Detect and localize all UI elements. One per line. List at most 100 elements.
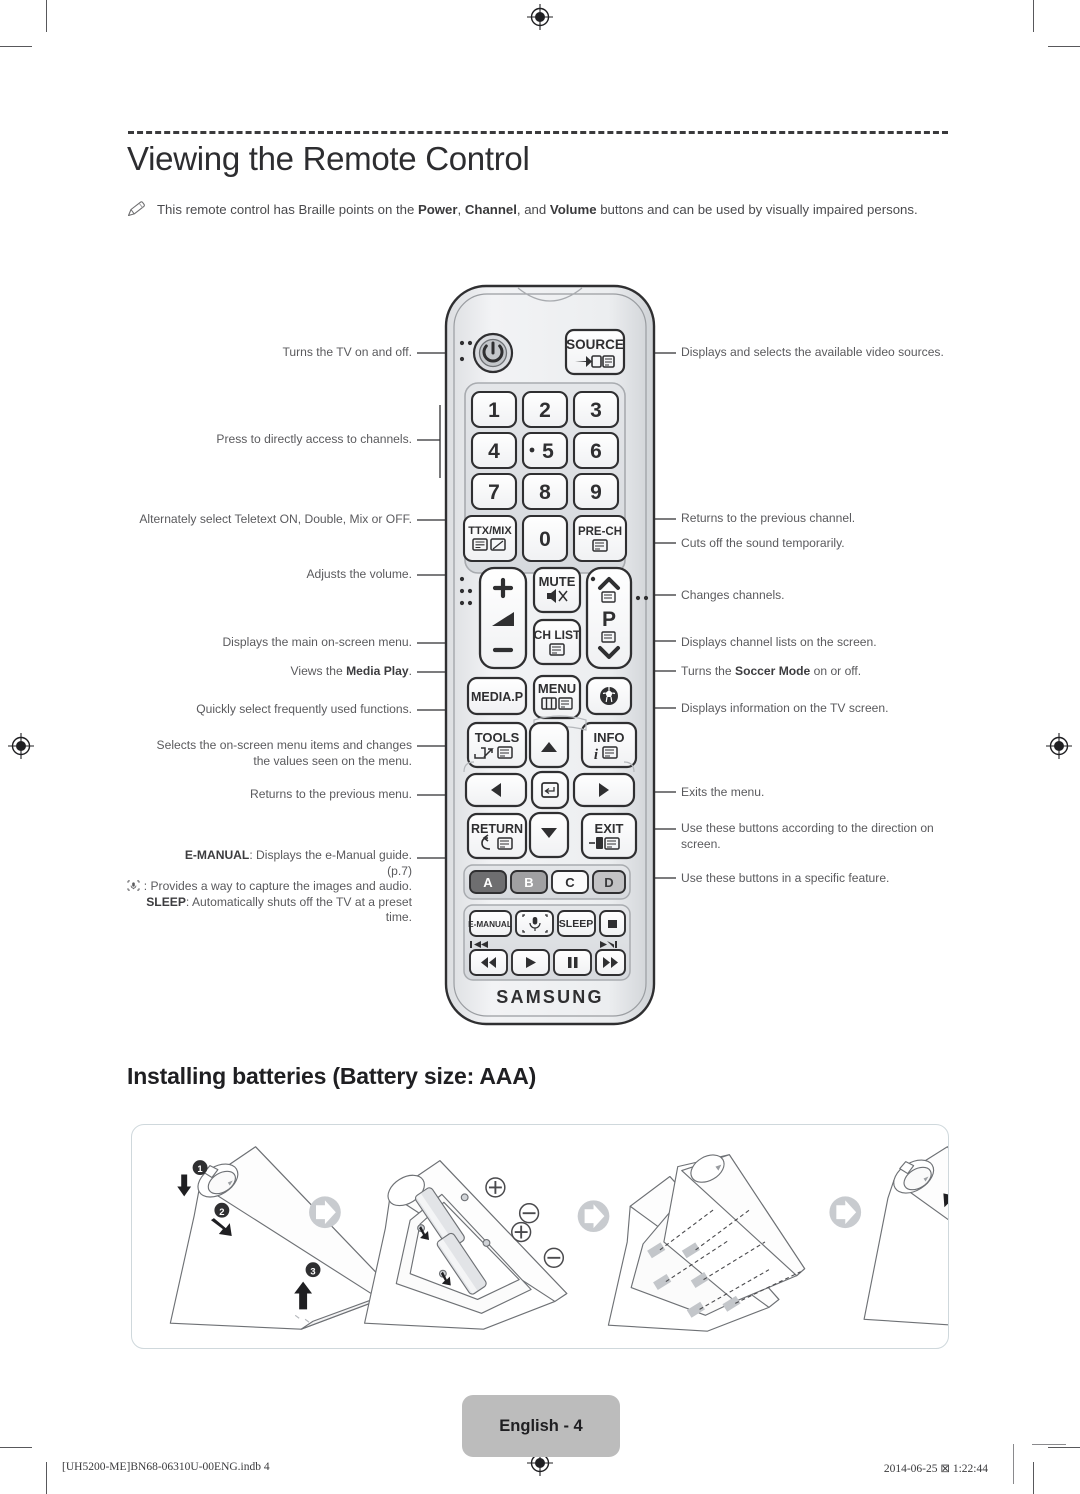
battery-step-3 (607, 1154, 806, 1332)
callout-channel: Changes channels. (681, 588, 785, 602)
callout-voice-line: : Provides a way to capture the images a… (120, 879, 412, 895)
callout-power: Turns the TV on and off. (282, 345, 412, 359)
callout-direction-buttons: Selects the on-screen menu items and cha… (156, 738, 412, 768)
exit-button: EXIT (580, 812, 638, 860)
page-number-badge: English - 4 (462, 1395, 620, 1457)
footer-horizontal-rule (1032, 1444, 1066, 1445)
svg-text:TTX/MIX: TTX/MIX (468, 525, 512, 537)
footer-vertical-rule (1013, 1444, 1014, 1484)
step-1-arrow (177, 1174, 192, 1197)
svg-text:E-MANUAL: E-MANUAL (468, 920, 512, 929)
callout-info: Displays information on the TV screen. (681, 701, 889, 715)
footer-filename: [UH5200-ME]BN68-06310U-00ENG.indb 4 (62, 1461, 270, 1473)
svg-text:MENU: MENU (538, 681, 576, 696)
page-title: Viewing the Remote Control (127, 140, 530, 177)
step-arrow-3-to-4 (829, 1196, 862, 1229)
color-buttons-group: A B C D (463, 864, 631, 900)
pencil-note-icon (127, 201, 145, 217)
svg-text:4: 4 (488, 440, 500, 463)
battery-steps-svg: 1 2 3 (169, 1146, 1071, 1332)
callout-soccer-mode: Turns the Soccer Mode on or off. (681, 664, 961, 680)
callout-sleep-line: SLEEP: Automatically shuts off the TV at… (120, 895, 412, 926)
callout-color-buttons: Use these buttons according to the direc… (681, 821, 934, 851)
info-button: INFO i (580, 721, 638, 769)
svg-text:A: A (483, 875, 493, 890)
svg-text:EXIT: EXIT (595, 821, 624, 836)
callout-media-play-pre: Views the (290, 664, 347, 678)
svg-text:RETURN: RETURN (471, 822, 523, 836)
svg-text:2: 2 (219, 1206, 224, 1217)
note-term-channel: Channel (464, 202, 517, 217)
svg-text:SOURCE: SOURCE (566, 337, 624, 352)
svg-text:8: 8 (539, 481, 551, 504)
callout-soccer-term: Soccer Mode (735, 664, 811, 678)
callout-sleep-term: SLEEP (146, 894, 186, 909)
svg-text:1: 1 (488, 399, 500, 422)
callout-soccer-pre: Turns the (681, 664, 735, 678)
ttx-mix-button: TTX/MIX (462, 514, 518, 563)
svg-text:PRE-CH: PRE-CH (578, 526, 622, 538)
note-term-volume: Volume (549, 202, 597, 217)
callout-soccer-post: on or off. (810, 664, 862, 678)
svg-text:6: 6 (590, 440, 602, 463)
remote-control-svg: SOURCE 1 2 3 4 5 6 7 8 9 0 TTX/MIX PRE-C… (444, 284, 656, 1026)
manual-page: Viewing the Remote Control This remote c… (0, 0, 1080, 1494)
note-text: This remote control has Braille points o… (157, 200, 952, 220)
svg-text:5: 5 (542, 440, 554, 463)
svg-text:MUTE: MUTE (539, 574, 576, 589)
braille-dot-5 (529, 447, 535, 453)
note-sep-1: , (457, 202, 465, 217)
svg-text:D: D (604, 875, 613, 890)
svg-text:P: P (602, 608, 616, 631)
tools-button: TOOLS (466, 721, 528, 769)
callout-media-buttons: Use these buttons in a specific feature. (681, 871, 890, 885)
section-subtitle: Installing batteries (Battery size: AAA) (127, 1063, 537, 1089)
callout-number-buttons: Press to directly access to channels. (216, 432, 412, 446)
callout-media-play: Views the Media Play. (150, 664, 412, 680)
callout-menu: Displays the main on-screen menu. (222, 635, 412, 649)
callout-voice-text: : Provides a way to capture the images a… (140, 879, 412, 893)
braille-dot-channel (590, 576, 596, 582)
power-button (472, 332, 514, 374)
samsung-wordmark: SAMSUNG (496, 987, 603, 1007)
svg-text:3: 3 (310, 1265, 315, 1276)
callout-return: Returns to the previous menu. (249, 787, 412, 801)
pre-ch-button: PRE-CH (572, 514, 628, 563)
page-number-label: English - 4 (499, 1417, 583, 1435)
fast-forward-button (595, 949, 626, 976)
volume-rocker-button (478, 566, 528, 670)
svg-text:INFO: INFO (593, 730, 624, 745)
soccer-mode-button (585, 676, 633, 716)
channel-rocker-button: P (585, 566, 633, 670)
battery-step-2 (364, 1160, 568, 1330)
callout-ch-list: Displays channel lists on the screen. (681, 635, 877, 649)
svg-text:0: 0 (539, 528, 551, 551)
menu-button: MENU (532, 674, 582, 720)
note-term-power: Power (417, 202, 458, 217)
callout-emanual-line: E-MANUAL: Displays the e-Manual guide. (120, 848, 412, 864)
svg-text:SLEEP: SLEEP (559, 918, 593, 930)
note-block: This remote control has Braille points o… (127, 200, 952, 220)
callout-ttx-mix: Alternately select Teletext ON, Double, … (139, 512, 412, 526)
battery-step-4 (863, 1146, 1071, 1328)
note-sep-2: , and (516, 202, 550, 217)
enter-button (530, 770, 570, 810)
svg-text:B: B (524, 875, 533, 890)
svg-text:7: 7 (488, 481, 500, 504)
callout-pre-ch: Returns to the previous channel. (681, 511, 856, 525)
stop-icon (608, 920, 617, 928)
note-prefix: This remote control has Braille points o… (157, 202, 418, 217)
svg-text:TOOLS: TOOLS (475, 730, 520, 745)
callout-emanual-page: (p.7) (387, 863, 412, 878)
mute-button: MUTE (532, 566, 582, 614)
media-p-button: MEDIA.P (466, 676, 528, 716)
svg-text:3: 3 (590, 399, 602, 422)
source-button: SOURCE (564, 328, 626, 376)
svg-text:2: 2 (539, 399, 551, 422)
callout-media-play-term: Media Play (346, 664, 409, 678)
svg-text:C: C (565, 875, 575, 890)
callout-mute: Cuts off the sound temporarily. (681, 536, 845, 550)
svg-text:CH LIST: CH LIST (534, 628, 581, 642)
svg-text:1: 1 (197, 1163, 202, 1174)
svg-text:9: 9 (590, 481, 602, 504)
